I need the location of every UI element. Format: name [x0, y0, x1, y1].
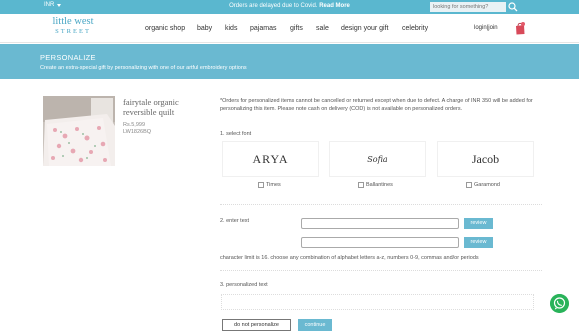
font-sample-ballantines: Sofia — [367, 154, 388, 164]
banner-title: PERSONALIZE — [40, 53, 96, 62]
login-join-link[interactable]: login|join — [474, 25, 498, 31]
divider — [220, 204, 542, 205]
logo-line-1: little west — [52, 16, 94, 27]
banner-subtitle: Create an extra-special gift by personal… — [40, 65, 247, 71]
font-option-garamond[interactable]: Garamond — [466, 182, 500, 188]
font-option-times[interactable]: Times — [258, 182, 281, 188]
step-enter-text-label: 2. enter text — [220, 218, 250, 224]
personalization-note: *Orders for personalized items cannot be… — [220, 98, 533, 112]
font-sample-garamond: Jacob — [471, 151, 500, 166]
personalized-text-preview — [221, 294, 534, 310]
nav-celebrity[interactable]: celebrity — [402, 25, 428, 32]
nav-sale[interactable]: sale — [316, 25, 329, 32]
text-line-2-input[interactable] — [301, 237, 459, 248]
shopping-bag-icon[interactable] — [515, 21, 525, 35]
product-image — [43, 96, 115, 166]
read-more-link[interactable]: Read More — [319, 3, 350, 9]
top-bar: INR Orders are delayed due to Covid. Rea… — [0, 0, 579, 14]
nav-design-your-gift[interactable]: design your gift — [341, 25, 388, 32]
text-line-1-input[interactable] — [301, 218, 459, 229]
review-button-1[interactable]: review — [464, 218, 493, 229]
font-name-garamond: Garamond — [474, 182, 500, 188]
continue-button[interactable]: continue — [298, 319, 332, 331]
times-checkbox[interactable] — [258, 182, 264, 188]
step-select-font-label: 1. select font — [220, 131, 252, 137]
font-option-ballantines[interactable]: Ballantines — [358, 182, 393, 188]
font-card-garamond[interactable]: Jacob — [437, 141, 534, 177]
garamond-checkbox[interactable] — [466, 182, 472, 188]
product-name: fairytale organic reversible quilt — [123, 97, 179, 117]
whatsapp-icon[interactable] — [550, 294, 569, 313]
font-card-ballantines[interactable]: Sofia — [329, 141, 426, 177]
ballantines-checkbox[interactable] — [358, 182, 364, 188]
divider — [220, 270, 542, 271]
step-personalized-text-label: 3. personalized text — [220, 282, 268, 288]
search-icon[interactable] — [506, 1, 520, 13]
site-header: little west STREET organic shop baby kid… — [0, 14, 579, 43]
notice-text: Orders are delayed due to Covid. — [229, 3, 318, 9]
product-sku: LW1826BQ — [123, 129, 152, 135]
font-card-times[interactable]: ARYA — [222, 141, 319, 177]
review-button-2[interactable]: review — [464, 237, 493, 248]
logo[interactable]: little west STREET — [43, 16, 103, 36]
nav-gifts[interactable]: gifts — [290, 25, 303, 32]
nav-kids[interactable]: kids — [225, 25, 237, 32]
font-name-times: Times — [266, 182, 281, 188]
nav-baby[interactable]: baby — [197, 25, 212, 32]
logo-line-2: STREET — [55, 28, 91, 35]
product-price: Rs.5,999 — [123, 122, 146, 128]
do-not-personalize-button[interactable]: do not personalize — [222, 319, 291, 331]
character-limit-hint: character limit is 16. choose any combin… — [220, 255, 479, 261]
font-name-ballantines: Ballantines — [366, 182, 393, 188]
search-input[interactable] — [430, 2, 506, 12]
personalize-banner: PERSONALIZE Create an extra-special gift… — [0, 44, 579, 79]
nav-pajamas[interactable]: pajamas — [250, 25, 276, 32]
nav-organic-shop[interactable]: organic shop — [145, 25, 185, 32]
font-sample-times: ARYA — [252, 151, 289, 166]
